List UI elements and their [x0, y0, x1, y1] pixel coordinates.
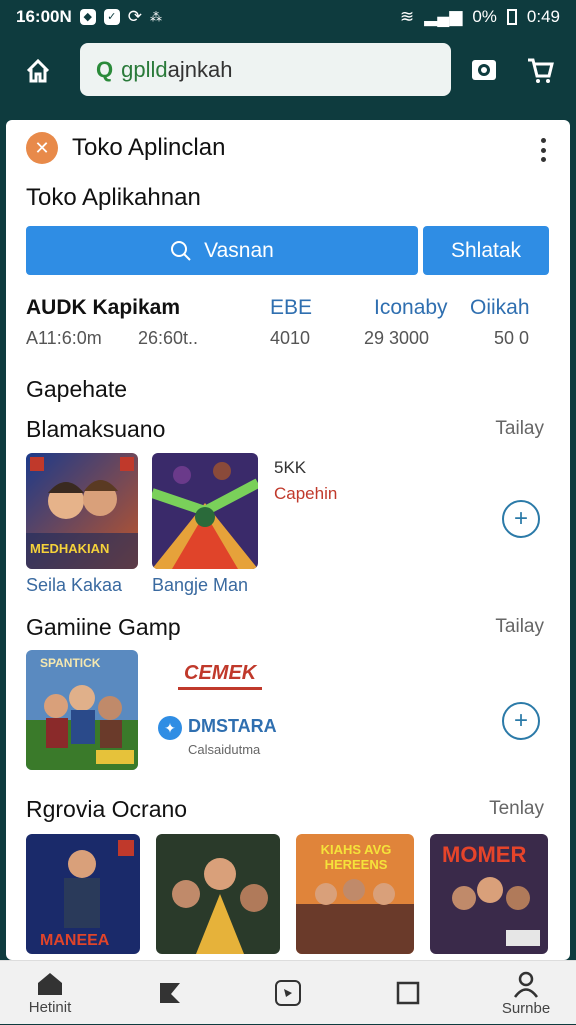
- nav-home-label: Hetinit: [28, 998, 72, 1016]
- status-bar: 16:00N ◆ ✓ ⟳ ⁂ ≋ ▂▄▆ 0% 0:49: [0, 0, 576, 34]
- game-caption-1[interactable]: Seila Kakaa: [26, 575, 122, 596]
- camera-button[interactable]: [466, 52, 502, 88]
- nav-updates[interactable]: [258, 961, 318, 1025]
- game-thumb-3-art: SPANTICK: [40, 656, 101, 670]
- bottom-nav: Hetinit Surnbe: [0, 960, 576, 1024]
- game-thumb-1-art: MEDHAKIAN: [30, 541, 110, 556]
- stat-header-2[interactable]: EBE: [270, 296, 312, 320]
- game-thumb-4[interactable]: MANEEA: [26, 834, 140, 954]
- battery-icon: [506, 9, 517, 25]
- game-thumb-5[interactable]: [156, 834, 280, 954]
- section-more-3[interactable]: Tenlay: [489, 798, 544, 820]
- game-thumb-2[interactable]: [152, 453, 258, 569]
- stat-value-2: 26:60t..: [138, 328, 199, 348]
- notification-icon: ◆: [79, 9, 96, 25]
- cart-icon: [528, 58, 554, 83]
- camera-icon: [472, 60, 496, 80]
- main-card: ✕ Toko Aplinclan Toko Aplikahnan Vasnan …: [6, 120, 570, 960]
- stat-value-4: 29 3000: [364, 328, 430, 348]
- section-more-1[interactable]: Tailay: [495, 418, 544, 440]
- wifi-icon: ≋: [399, 7, 415, 26]
- search-query-prefix: gplld: [121, 56, 168, 82]
- section-title-1: Blamaksuano: [26, 416, 166, 442]
- add-button-2[interactable]: +: [502, 702, 540, 740]
- app-header: ✕ Toko Aplinclan: [26, 132, 225, 164]
- stat-value-1: A11:6:0m: [26, 328, 102, 348]
- game-caption-2[interactable]: Bangje Man: [152, 575, 248, 596]
- stat-header-3[interactable]: Iconaby: [374, 296, 448, 320]
- status-label: Capehin: [274, 484, 338, 503]
- game-thumb-1[interactable]: MEDHAKIAN: [26, 453, 138, 569]
- search-button[interactable]: Vasnan: [26, 226, 418, 275]
- signal-icon: ▂▄▆: [424, 7, 463, 26]
- updates-icon: [275, 980, 301, 1006]
- bookmark-icon: [160, 983, 180, 1003]
- status-clock: 0:49: [526, 7, 560, 26]
- section-title-2: Gamiine Gamp: [26, 614, 181, 640]
- nav-library[interactable]: [378, 961, 438, 1025]
- brand-name: DMSTARA: [188, 716, 277, 736]
- nav-profile-label: Surnbe: [501, 999, 551, 1017]
- vpn-icon: ⟳: [127, 7, 143, 26]
- plus-icon: +: [513, 707, 528, 734]
- status-time: 16:00N: [16, 7, 72, 26]
- stat-value-5: 50 0: [494, 328, 530, 348]
- games-label: Gapehate: [26, 376, 128, 402]
- rating-badge: 5KK: [274, 458, 307, 477]
- profile-icon: [513, 971, 539, 998]
- secondary-button[interactable]: Shlatak: [423, 226, 549, 275]
- game-thumb-4-art: MANEEA: [40, 932, 110, 949]
- battery-percent: 0%: [472, 7, 497, 26]
- search-icon: Q: [96, 56, 114, 82]
- secondary-button-label: Shlatak: [450, 238, 522, 262]
- app-title: Toko Aplinclan: [72, 134, 226, 161]
- library-icon: [396, 981, 420, 1005]
- stat-header-1: AUDK Kapikam: [26, 296, 181, 319]
- game-thumb-3[interactable]: SPANTICK: [26, 650, 138, 770]
- game-thumb-7-art: MOMER: [442, 842, 527, 867]
- app-icon: ✓: [103, 9, 120, 25]
- home-icon: [38, 972, 62, 995]
- stat-value-3: 4010: [270, 328, 311, 348]
- section-more-2[interactable]: Tailay: [495, 616, 544, 638]
- nav-profile[interactable]: Surnbe: [496, 961, 556, 1025]
- brand-sub: Calsaidutma: [188, 742, 261, 757]
- game-thumb-6-art: KIAHS AVG HEREENS: [320, 842, 392, 872]
- search-input[interactable]: Q gplld ajnkah: [80, 43, 451, 96]
- nav-home[interactable]: Hetinit: [20, 961, 80, 1025]
- section-title-3: Rgrovia Ocrano: [26, 796, 188, 822]
- search-query-rest: ajnkah: [167, 56, 233, 82]
- game-thumb-6[interactable]: KIAHS AVG HEREENS: [296, 834, 414, 954]
- add-button-1[interactable]: +: [502, 500, 540, 538]
- home-icon: [26, 58, 50, 83]
- page-subtitle: Toko Aplikahnan: [26, 184, 201, 211]
- top-bar: Q gplld ajnkah: [0, 34, 576, 108]
- brand-icon: ✦: [158, 716, 182, 740]
- signal-small-icon: ⁂: [150, 10, 163, 24]
- stat-header-4[interactable]: Oiikah: [470, 296, 530, 320]
- app-logo-icon: ✕: [26, 132, 58, 164]
- search-button-label: Vasnan: [204, 238, 274, 262]
- more-options-icon[interactable]: [540, 138, 546, 162]
- magnifier-icon: [171, 240, 191, 261]
- promo-logo: CEMEK: [178, 660, 263, 690]
- game-thumb-7[interactable]: MOMER: [430, 834, 548, 954]
- nav-bookmark[interactable]: [140, 961, 200, 1025]
- home-button[interactable]: [8, 41, 68, 101]
- cart-button[interactable]: [520, 52, 560, 88]
- plus-icon: +: [513, 505, 528, 532]
